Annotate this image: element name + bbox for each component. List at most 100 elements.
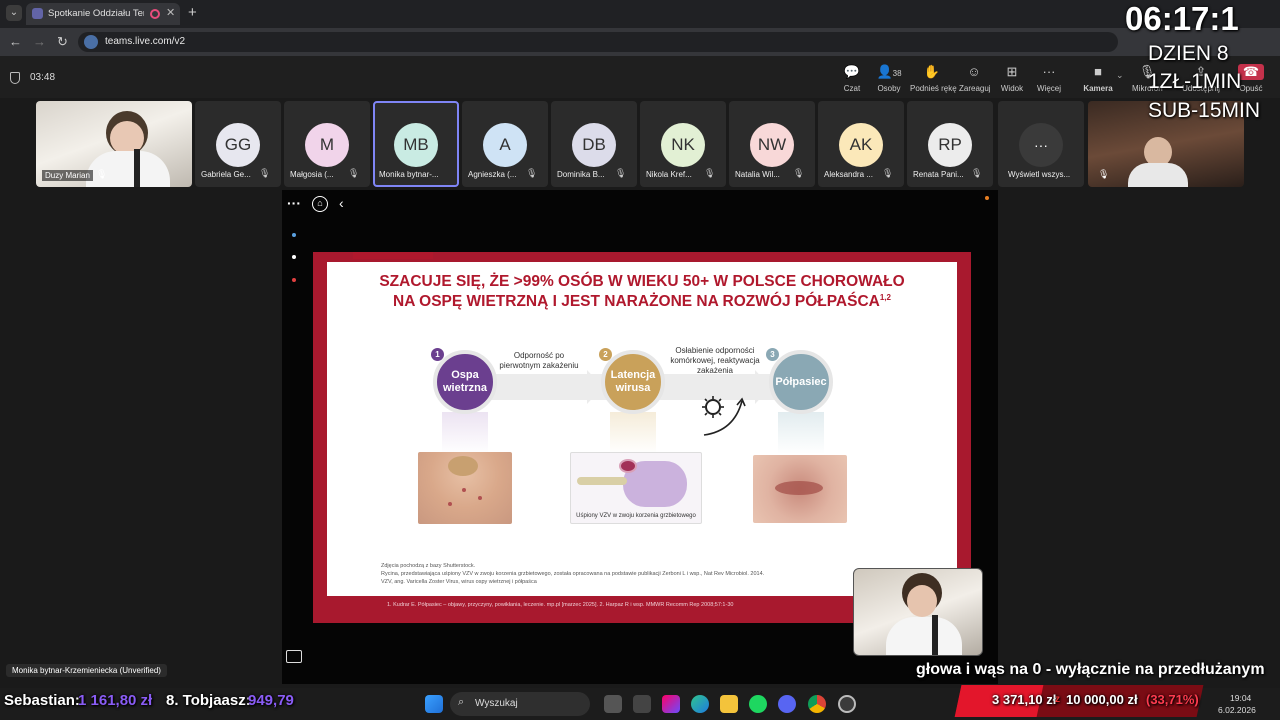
people-button[interactable]: 👤38 Osoby: [873, 64, 905, 93]
slide-nav-dot-icon[interactable]: [292, 278, 296, 282]
person-body: [1128, 163, 1188, 187]
stream-day: DZIEN 8: [1148, 42, 1229, 65]
child-head: [448, 456, 478, 476]
avatar: RP: [928, 123, 972, 167]
url-field[interactable]: teams.live.com/v2: [78, 32, 1118, 52]
people-label: Osoby: [877, 84, 901, 93]
more-dots-icon: ···: [1019, 123, 1063, 167]
participant-name: Duzy Marian: [42, 170, 93, 181]
participant-tile[interactable]: NK Nikola Kref... 🎙: [640, 101, 726, 187]
slide-accent-bar: [353, 252, 433, 259]
pointer-icon[interactable]: ⌂: [312, 196, 328, 212]
avatar: AK: [839, 123, 883, 167]
slide-nav-dot-icon[interactable]: [292, 233, 296, 237]
participant-tile[interactable]: NW Natalia Wil... 🎙: [729, 101, 815, 187]
participant-tile[interactable]: M Małgosia (... 🎙: [284, 101, 370, 187]
reload-icon[interactable]: ↻: [57, 34, 68, 50]
react-label: Zareaguj: [959, 84, 991, 93]
slide-title-line2: NA OSPĘ WIETRZNĄ I JEST NARAŻONE NA ROZW…: [327, 293, 957, 311]
shield-icon: [10, 72, 20, 84]
shingles-photo: [753, 455, 847, 523]
meeting-timer: 03:48: [30, 72, 56, 83]
virus-icon: [702, 396, 746, 436]
spotify-icon[interactable]: [749, 695, 767, 713]
person-face: [907, 585, 937, 617]
taskbar-search[interactable]: ⌕ Wyszukaj: [450, 692, 590, 716]
mic-muted-icon: 🎙: [793, 168, 805, 178]
forward-arrow-icon[interactable]: →: [33, 34, 46, 49]
site-info-icon[interactable]: [84, 35, 98, 49]
footnote: Zdjęcia pochodzą z bazy Shutterstock.: [381, 563, 476, 569]
discord-icon[interactable]: [778, 695, 796, 713]
fullscreen-icon[interactable]: [286, 650, 302, 663]
mic-muted-icon: 🎙: [971, 168, 983, 178]
new-tab-button[interactable]: +: [188, 4, 197, 21]
participant-tile-active-speaker[interactable]: MB Monika bytnar-...: [373, 101, 459, 187]
edge-browser-icon[interactable]: [691, 695, 709, 713]
participant-tile[interactable]: DB Dominika B... 🎙: [551, 101, 637, 187]
slide-title-line1: SZACUJE SIĘ, ŻE >99% OSÓB W WIEKU 50+ W …: [379, 273, 905, 290]
recording-indicator-icon: [150, 9, 160, 19]
avatar: DB: [572, 123, 616, 167]
rash-spot: [462, 488, 466, 492]
donor2-value: 949,79: [248, 692, 294, 709]
chat-button[interactable]: 💬 Czat: [838, 64, 866, 93]
browser-tab[interactable]: Spotkanie Oddziału Tereno ✕: [26, 3, 180, 25]
participant-name: Monika bytnar-...: [379, 170, 439, 179]
step-label: Ospa wietrzna: [442, 369, 487, 394]
chat-icon: 💬: [843, 64, 861, 79]
nerve-fiber: [577, 477, 627, 485]
mic-muted-icon: 🎙: [259, 168, 271, 178]
camera-button[interactable]: ■ Kamera: [1083, 64, 1113, 93]
windows-start-icon[interactable]: [425, 695, 443, 713]
leave-phone-icon: ☎: [1238, 64, 1264, 80]
more-label: Więcej: [1036, 84, 1061, 93]
chrome-icon[interactable]: [808, 695, 826, 713]
tab-list-button[interactable]: ⌄: [6, 5, 22, 21]
participant-tile[interactable]: RP Renata Pani... 🎙: [907, 101, 993, 187]
view-all-participants-button[interactable]: ··· Wyświetl wszys...: [998, 101, 1084, 187]
collapse-chevron-icon[interactable]: ‹: [339, 195, 344, 211]
search-icon: ⌕: [458, 696, 465, 708]
mic-muted-icon: 🎙: [348, 168, 360, 178]
participant-tile[interactable]: GG Gabriela Ge... 🎙: [195, 101, 281, 187]
file-explorer-icon[interactable]: [720, 695, 738, 713]
camera-options-chevron-icon[interactable]: ⌄: [1116, 70, 1124, 81]
copilot-icon[interactable]: [662, 695, 680, 713]
camera-label: Kamera: [1083, 84, 1113, 93]
step-label: Półpasiec: [775, 375, 827, 388]
participant-tile[interactable]: AK Aleksandra ... 🎙: [818, 101, 904, 187]
slide-nav-dot-icon[interactable]: [292, 255, 296, 259]
stream-rate: 1ZŁ-1MIN: [1148, 70, 1242, 93]
teams-favicon-icon: [32, 8, 43, 19]
share-options-dots-icon[interactable]: ···: [287, 195, 301, 211]
diagram-caption: Uśpiony VZV w zwoju korzenia grzbietoweg…: [576, 513, 696, 519]
stream-clock: 06:17:1: [1125, 0, 1239, 37]
obs-icon[interactable]: [838, 695, 856, 713]
camera-icon: ■: [1094, 64, 1102, 79]
participant-video-duzy-marian[interactable]: Duzy Marian 🎙: [36, 101, 192, 187]
clock-date[interactable]: 6.02.2026: [1218, 705, 1256, 715]
more-button[interactable]: ··· Więcej: [1035, 64, 1063, 93]
task-view-icon[interactable]: [604, 695, 622, 713]
beam-3: [778, 412, 824, 454]
references: 1. Kudrar E. Półpasiec – objawy, przyczy…: [387, 602, 734, 608]
raise-hand-button[interactable]: ✋ Podnieś rękę: [910, 64, 957, 93]
participant-tile[interactable]: A Agnieszka (... 🎙: [462, 101, 548, 187]
people-count: 38: [892, 69, 902, 78]
donor1-label: Sebastian:: [4, 692, 80, 709]
browser-tab-bar: ⌄ Spotkanie Oddziału Tereno ✕ +: [0, 0, 1280, 28]
clock-time[interactable]: 19:04: [1230, 693, 1251, 703]
stream-sub: SUB-15MIN: [1148, 99, 1261, 122]
view-button[interactable]: ⊞ Widok: [999, 64, 1025, 93]
back-arrow-icon[interactable]: ←: [9, 34, 22, 49]
step-circle-1: Ospa wietrzna: [433, 350, 497, 414]
avatar: GG: [216, 123, 260, 167]
close-tab-icon[interactable]: ✕: [166, 6, 175, 19]
virus-ganglion-dot: [619, 459, 637, 473]
widgets-icon[interactable]: [633, 695, 651, 713]
leave-button[interactable]: ☎ Opuść: [1238, 64, 1264, 93]
grid-icon: ⊞: [1006, 64, 1018, 79]
react-button[interactable]: ☺ Zareaguj: [959, 64, 991, 93]
step-number: 3: [766, 348, 779, 361]
